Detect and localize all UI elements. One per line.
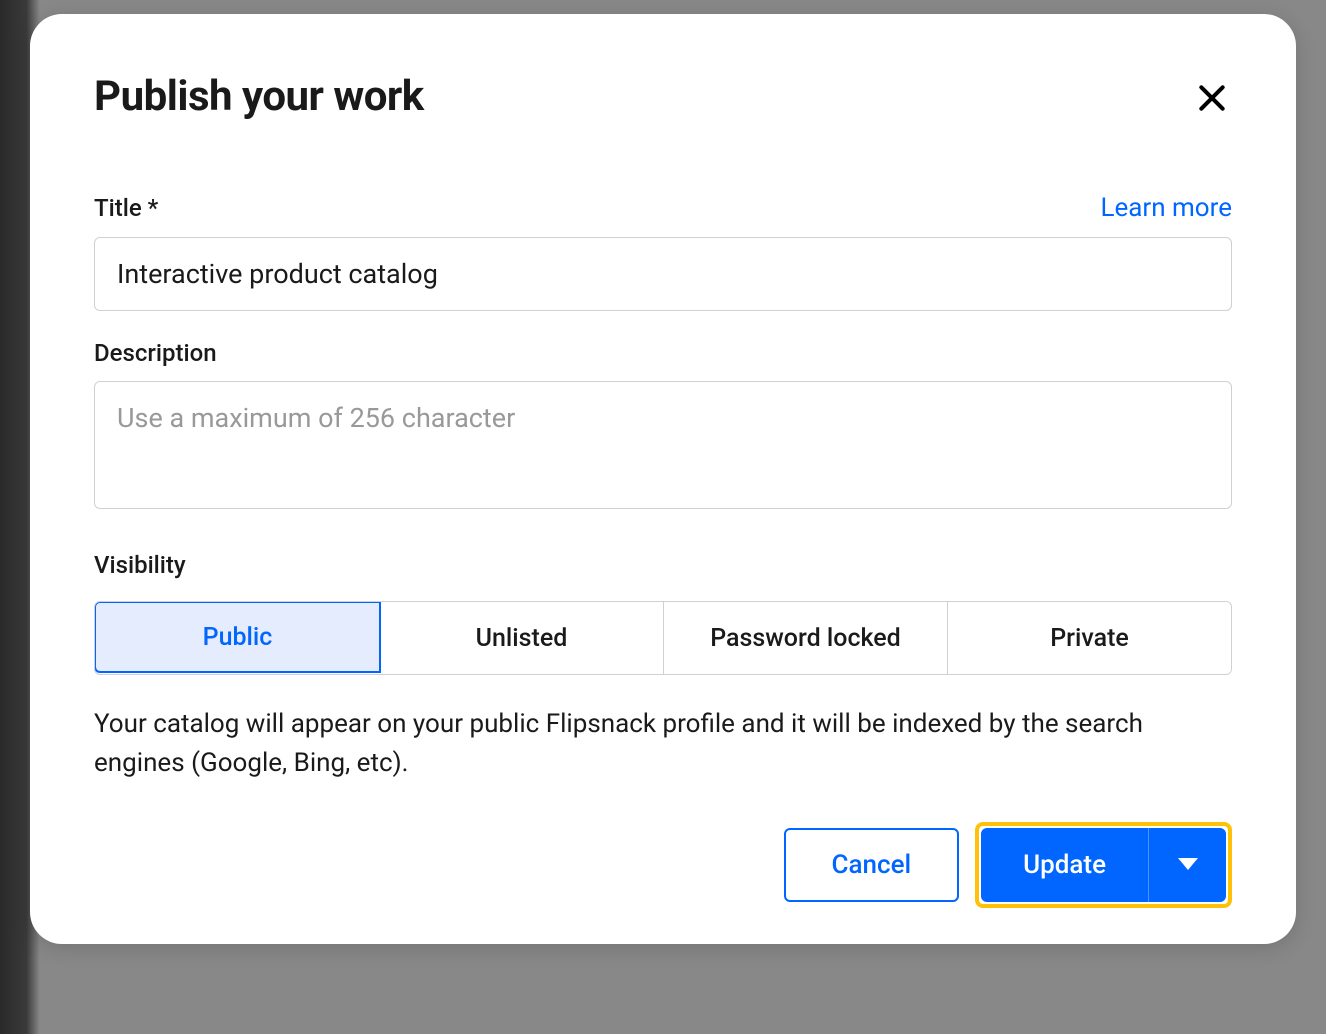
caret-down-icon xyxy=(1178,858,1198,872)
visibility-tab-password-locked[interactable]: Password locked xyxy=(664,602,948,674)
update-button[interactable]: Update xyxy=(981,828,1148,902)
update-button-highlight: Update xyxy=(975,822,1232,908)
cancel-button[interactable]: Cancel xyxy=(784,828,960,902)
close-icon xyxy=(1196,82,1228,114)
description-label: Description xyxy=(94,339,217,367)
visibility-tab-unlisted[interactable]: Unlisted xyxy=(380,602,664,674)
title-label: Title * xyxy=(94,194,158,222)
learn-more-link[interactable]: Learn more xyxy=(1100,193,1232,223)
modal-title: Publish your work xyxy=(94,72,424,121)
visibility-label: Visibility xyxy=(94,551,1232,579)
visibility-tab-public[interactable]: Public xyxy=(94,601,381,673)
visibility-description: Your catalog will appear on your public … xyxy=(94,705,1232,783)
visibility-tabs: Public Unlisted Password locked Private xyxy=(94,601,1232,675)
title-input[interactable] xyxy=(94,237,1232,311)
publish-modal: Publish your work Title * Learn more Des… xyxy=(30,14,1296,944)
close-button[interactable] xyxy=(1192,78,1232,121)
description-input[interactable] xyxy=(94,381,1232,509)
update-dropdown-button[interactable] xyxy=(1148,828,1226,902)
visibility-tab-private[interactable]: Private xyxy=(948,602,1231,674)
